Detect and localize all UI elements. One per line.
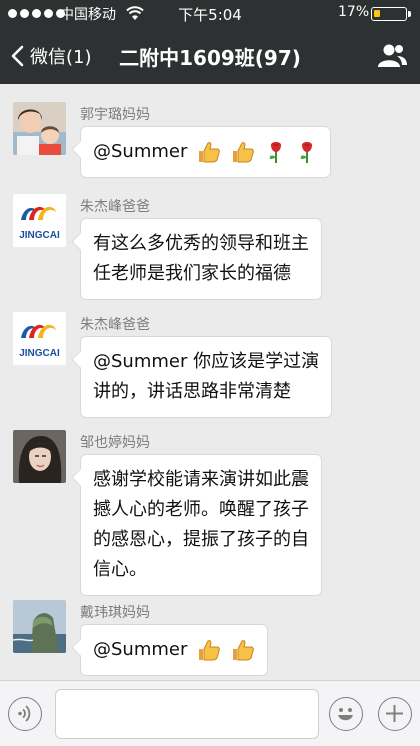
message-text-line: 讲的，讲话思路非常清楚 — [93, 381, 291, 402]
emoji-button[interactable] — [329, 697, 363, 731]
message-bubble[interactable]: @Summer — [80, 126, 332, 178]
message-text-line: 任老师是我们家长的福德 — [93, 263, 291, 284]
message-text-line: 的感恩心，提振了孩子的自 — [93, 529, 309, 550]
avatar[interactable]: JINGCAI — [13, 194, 66, 247]
chat-message-list[interactable]: 郭宇璐妈妈 @Summer JINGCAI 朱杰峰爸爸 有这么多优秀的领导和班主… — [0, 84, 420, 680]
avatar-logo-text: JINGCAI — [19, 348, 60, 359]
nav-bar: 微信(1) 二附中1609班(97) — [0, 28, 420, 84]
emoji-icon — [338, 708, 353, 721]
photo-coastal-cliff — [13, 600, 66, 653]
photo-woman-portrait — [13, 430, 66, 483]
top-bar: 中国移动 下午5:04 17% 微信(1) 二附中1609班(97) — [0, 0, 420, 84]
rose-emoji-icon — [265, 140, 287, 164]
rose-emoji-icon — [296, 140, 318, 164]
more-button[interactable] — [378, 697, 412, 731]
voice-icon — [18, 705, 31, 722]
avatar[interactable] — [13, 102, 66, 155]
jingcai-logo: JINGCAI — [13, 312, 66, 365]
message-bubble[interactable]: @Summer 你应该是学过演 讲的，讲话思路非常清楚 — [80, 336, 333, 418]
avatar-logo-text: JINGCAI — [19, 230, 60, 241]
sender-name: 朱杰峰爸爸 — [80, 317, 150, 333]
status-bar: 中国移动 下午5:04 17% — [0, 0, 420, 28]
message-text-line: 有这么多优秀的领导和班主 — [93, 233, 309, 254]
photo-mother-child — [13, 102, 66, 155]
message-text-line: 信心。 — [93, 559, 147, 580]
battery-icon — [371, 7, 411, 21]
battery-percent: 17% — [338, 4, 370, 20]
avatar[interactable] — [13, 430, 66, 483]
thumbs-up-emoji-icon — [197, 638, 221, 662]
message-bubble[interactable]: 感谢学校能请来演讲如此震 撼人心的老师。唤醒了孩子 的感恩心，提振了孩子的自 信… — [80, 454, 322, 596]
sender-name: 朱杰峰爸爸 — [80, 199, 150, 215]
message-text-line: 感谢学校能请来演讲如此震 — [93, 469, 309, 490]
plus-icon — [386, 705, 403, 722]
avatar[interactable] — [13, 600, 66, 653]
back-button[interactable]: 微信(1) — [10, 40, 92, 72]
message-input[interactable] — [55, 689, 319, 739]
thumbs-up-emoji-icon — [231, 140, 255, 164]
group-contacts-icon[interactable] — [376, 42, 408, 70]
message-bubble[interactable]: 有这么多优秀的领导和班主 任老师是我们家长的福德 — [80, 218, 322, 300]
sender-name: 郭宇璐妈妈 — [80, 107, 150, 123]
back-label: 微信(1) — [30, 47, 92, 68]
sender-name: 邹也婷妈妈 — [80, 435, 150, 451]
voice-button[interactable] — [8, 697, 42, 731]
message-text: @Summer — [93, 141, 188, 162]
thumbs-up-emoji-icon — [197, 140, 221, 164]
jingcai-logo: JINGCAI — [13, 194, 66, 247]
thumbs-up-emoji-icon — [231, 638, 255, 662]
message-text-line: @Summer 你应该是学过演 — [93, 351, 320, 372]
message-bubble[interactable]: @Summer — [80, 624, 268, 676]
sender-name: 戴玮琪妈妈 — [80, 605, 150, 621]
chevron-left-icon — [11, 45, 24, 67]
avatar[interactable]: JINGCAI — [13, 312, 66, 365]
input-bar — [0, 680, 420, 746]
message-text-line: 撼人心的老师。唤醒了孩子 — [93, 499, 309, 520]
message-text: @Summer — [93, 639, 188, 660]
